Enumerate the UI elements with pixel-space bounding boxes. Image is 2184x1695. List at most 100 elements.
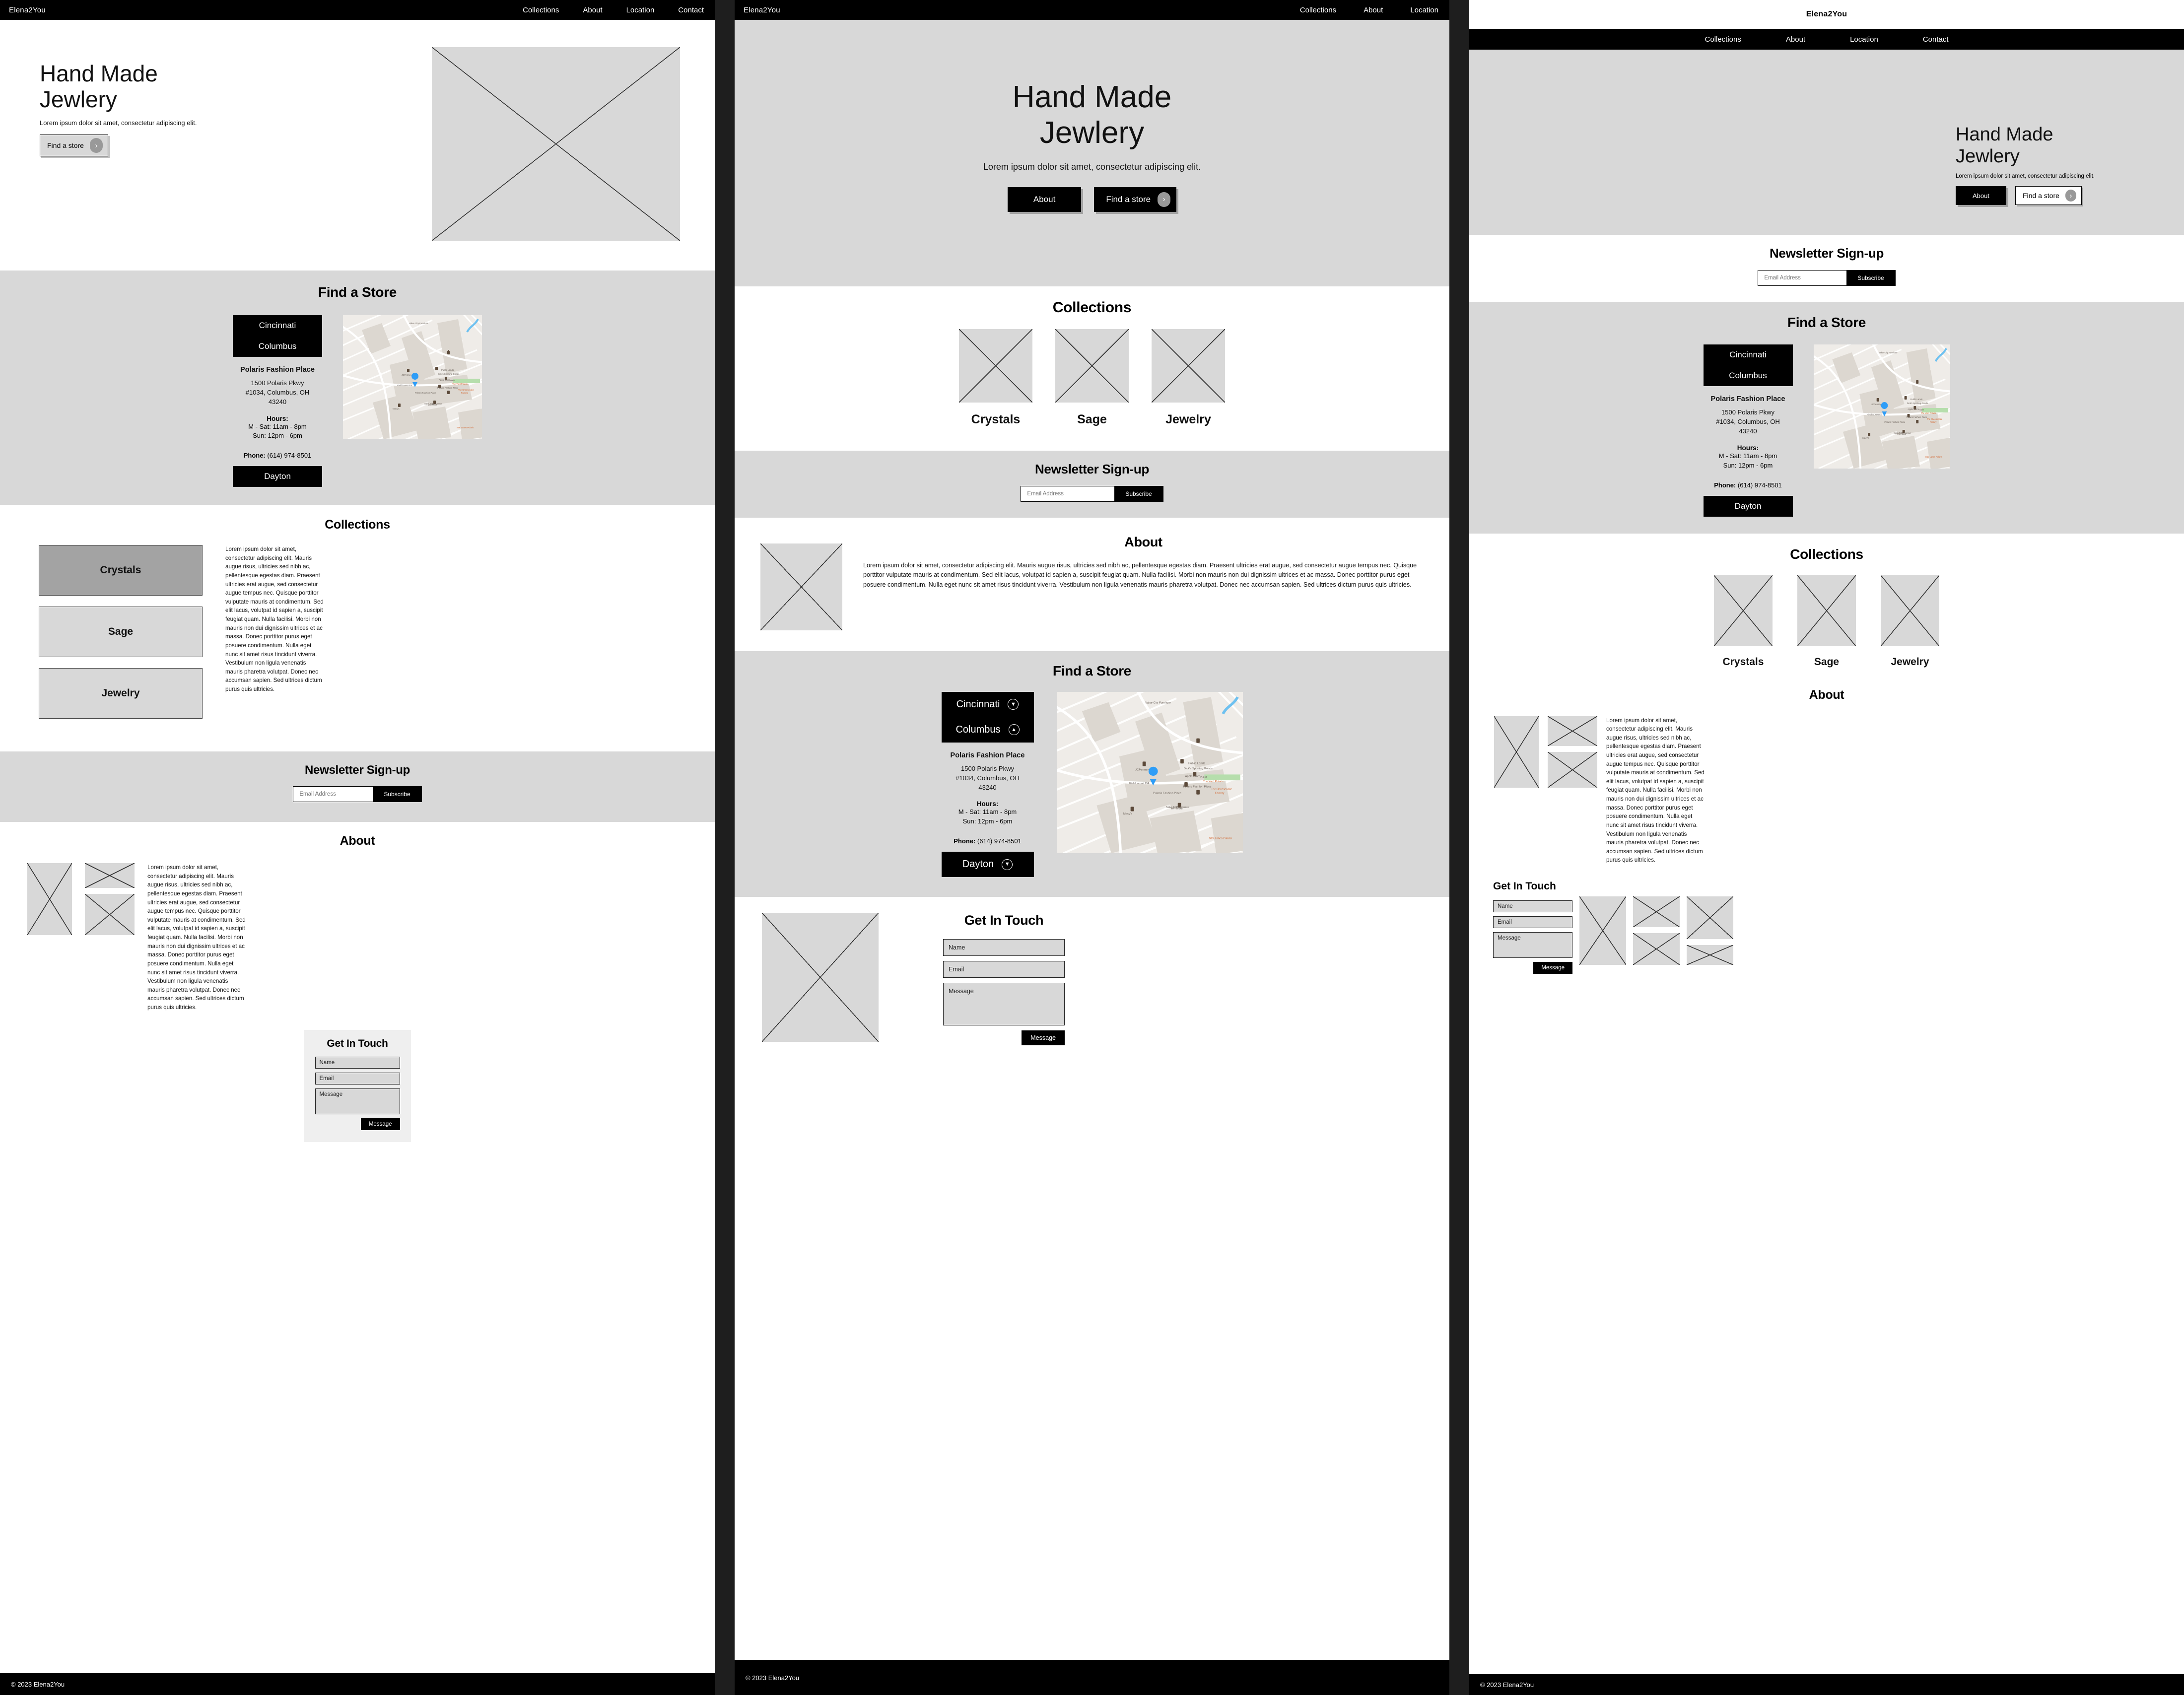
contact-message-input-c[interactable] — [1493, 932, 1572, 958]
contact-name-input[interactable] — [315, 1056, 400, 1069]
find-a-store-button-b[interactable]: Find a store › — [1094, 187, 1177, 212]
about-button-c[interactable]: About — [1956, 186, 2006, 205]
svg-text:Saks Fifth Avenue: Saks Fifth Avenue — [424, 403, 442, 405]
nav-item-location-c[interactable]: Location — [1850, 35, 1878, 44]
navbar: Elena2You Collections About Location Con… — [0, 0, 715, 20]
about-image-stack-c — [1548, 716, 1597, 788]
svg-text:Public Lands: Public Lands — [1910, 398, 1923, 401]
city-option-cincinnati-b[interactable]: Cincinnati ▼ — [942, 692, 1034, 717]
nav-item-collections[interactable]: Collections — [523, 6, 559, 14]
contact-submit-button-b[interactable]: Message — [1022, 1030, 1065, 1046]
contact-heading-b: Get In Touch — [964, 913, 1044, 928]
city-option-dayton-c[interactable]: Dayton — [1703, 495, 1793, 517]
svg-text:FieldhouseUSA: FieldhouseUSA — [1129, 782, 1149, 785]
svg-text:Factory: Factory — [461, 392, 469, 394]
collection-image-sage-c — [1797, 575, 1856, 646]
wireframe-board: Elena2You Collections About Location Con… — [0, 0, 2184, 1695]
collection-item-crystals-b[interactable]: Crystals — [959, 329, 1032, 427]
brand-logo-b[interactable]: Elena2You — [744, 6, 780, 14]
store-map[interactable]: Polaris Fashion Place Public Lands JCPen… — [343, 315, 482, 439]
collections-heading-b: Collections — [1052, 299, 1132, 316]
contact-submit-button[interactable]: Message — [360, 1118, 400, 1130]
city-selector-b: Cincinnati ▼ Columbus ▲ — [941, 691, 1034, 743]
nav-item-about-c[interactable]: About — [1786, 35, 1805, 44]
newsletter-subscribe-button[interactable]: Subscribe — [373, 787, 421, 802]
store-map-b[interactable]: Polaris Fashion Place Public Lands JCPen… — [1056, 691, 1243, 853]
nav-item-location-b[interactable]: Location — [1410, 6, 1438, 14]
store-address-line1-c: 1500 Polaris Pkwy — [1721, 408, 1774, 416]
store-address-line2: #1034, Columbus, OH — [245, 388, 310, 396]
about-section-c: About Lorem ipsum dolor sit amet, consec… — [1469, 680, 2184, 877]
store-hours-sunday-b: Sun: 12pm - 6pm — [962, 817, 1013, 825]
city-option-columbus[interactable]: Columbus — [233, 336, 322, 357]
about-content: Lorem ipsum dolor sit amet, consectetur … — [0, 863, 715, 1012]
chevron-down-icon-dayton[interactable]: ▼ — [1002, 859, 1013, 870]
store-details-c: Cincinnati Columbus Polaris Fashion Plac… — [1703, 344, 1793, 517]
about-button-b[interactable]: About — [1007, 187, 1082, 212]
contact-name-input-b[interactable] — [943, 939, 1065, 956]
city-option-dayton[interactable]: Dayton — [233, 466, 322, 487]
nav-item-about-b[interactable]: About — [1364, 6, 1383, 14]
find-a-store-button-c[interactable]: Find a store › — [2015, 186, 2082, 205]
city-option-cincinnati[interactable]: Cincinnati — [233, 315, 322, 336]
about-image-stack — [85, 863, 135, 936]
collection-card-sage[interactable]: Sage — [39, 607, 203, 658]
city-option-columbus-c[interactable]: Columbus — [1704, 365, 1793, 386]
panel-desktop-a: Elena2You Collections About Location Con… — [0, 0, 715, 1695]
newsletter-subscribe-button-b[interactable]: Subscribe — [1114, 486, 1163, 501]
collection-item-sage-c[interactable]: Sage — [1797, 575, 1856, 668]
city-option-dayton-b[interactable]: Dayton ▼ — [941, 852, 1034, 878]
contact-email-input[interactable] — [315, 1072, 400, 1085]
navbar-b: Elena2You Collections About Location — [735, 0, 1449, 20]
newsletter-form-c: Subscribe — [1758, 270, 1896, 286]
collection-item-jewelry-c[interactable]: Jewelry — [1881, 575, 1939, 668]
collection-card-jewelry[interactable]: Jewelry — [39, 668, 203, 719]
hero-subtitle: Lorem ipsum dolor sit amet, consectetur … — [40, 119, 197, 127]
contact-name-input-c[interactable] — [1493, 900, 1572, 912]
nav-item-collections-b[interactable]: Collections — [1300, 6, 1336, 14]
store-map-c[interactable]: Polaris Fashion Place Public Lands JCPen… — [1813, 344, 1950, 469]
collection-item-crystals-c[interactable]: Crystals — [1714, 575, 1773, 668]
newsletter-email-input-b[interactable] — [1021, 486, 1115, 501]
contact-email-input-b[interactable] — [943, 961, 1065, 978]
collection-card-crystals[interactable]: Crystals — [39, 545, 203, 596]
collections-grid-b: Crystals Sage Jewelry — [735, 329, 1449, 427]
newsletter-email-input-c[interactable] — [1758, 271, 1847, 286]
svg-text:Polaris Fashion Place: Polaris Fashion Place — [1153, 792, 1181, 795]
store-hours-label-c: Hours: — [1737, 444, 1759, 452]
about-heading-b: About — [1124, 534, 1162, 549]
svg-text:The Yard Polaris: The Yard Polaris — [1203, 780, 1224, 783]
find-a-store-section-c: Find a Store Cincinnati Columbus Polaris… — [1469, 302, 2184, 534]
contact-email-input-c[interactable] — [1493, 916, 1572, 928]
about-image-b — [760, 543, 842, 630]
hero-title-line2-b: Jewlery — [1039, 115, 1145, 150]
gallery-stack-right-c — [1687, 896, 1733, 965]
contact-submit-button-c[interactable]: Message — [1533, 961, 1572, 974]
city-option-cincinnati-c[interactable]: Cincinnati — [1704, 344, 1793, 365]
contact-message-input-b[interactable] — [943, 983, 1065, 1026]
svg-text:JCPenney: JCPenney — [1135, 768, 1149, 771]
nav-item-contact-c[interactable]: Contact — [1923, 35, 1949, 44]
gallery-stack-mid-c — [1633, 896, 1680, 965]
find-a-store-button[interactable]: Find a store › — [40, 135, 108, 157]
chevron-up-icon-columbus[interactable]: ▲ — [1008, 724, 1020, 736]
find-a-store-label: Find a store — [47, 141, 84, 150]
nav-item-location[interactable]: Location — [626, 6, 655, 14]
collection-item-jewelry-b[interactable]: Jewelry — [1152, 329, 1225, 427]
chevron-down-icon-cincinnati[interactable]: ▼ — [1008, 699, 1019, 710]
brand-logo[interactable]: Elena2You — [9, 6, 46, 14]
nav-item-collections-c[interactable]: Collections — [1705, 35, 1741, 44]
svg-text:Apple Store: Apple Store — [1908, 408, 1919, 410]
store-phone: Phone: (614) 974-8501 — [233, 452, 322, 459]
newsletter-email-input[interactable] — [293, 787, 373, 802]
store-address-c: 1500 Polaris Pkwy #1034, Columbus, OH 43… — [1704, 408, 1793, 436]
city-option-columbus-b[interactable]: Columbus ▲ — [942, 717, 1034, 743]
collection-item-sage-b[interactable]: Sage — [1055, 329, 1129, 427]
brand-logo-c[interactable]: Elena2You — [1806, 10, 1847, 19]
svg-text:Star Lanes Polaris: Star Lanes Polaris — [1209, 837, 1231, 840]
newsletter-subscribe-button-c[interactable]: Subscribe — [1846, 271, 1895, 286]
contact-message-input[interactable] — [315, 1088, 400, 1114]
nav-item-contact[interactable]: Contact — [678, 6, 704, 14]
nav-item-about[interactable]: About — [583, 6, 602, 14]
hero-title-line1: Hand Made — [40, 61, 158, 86]
